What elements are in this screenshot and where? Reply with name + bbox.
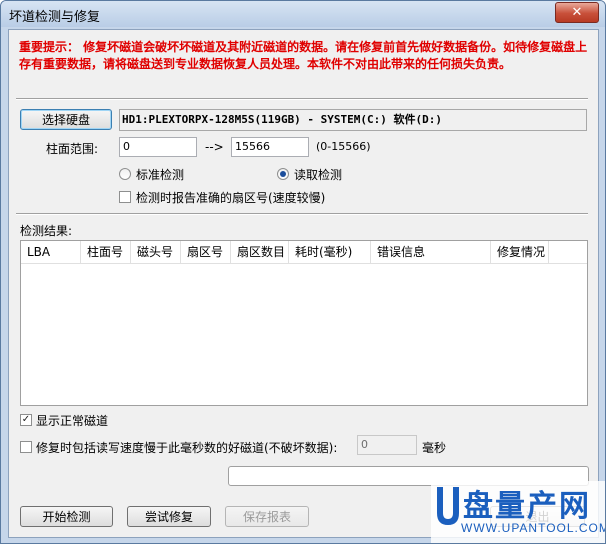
u-logo-icon <box>437 487 459 525</box>
read-check-radio[interactable] <box>277 168 289 180</box>
radio-selected-dot <box>280 171 286 177</box>
save-report-button[interactable]: 保存报表 <box>225 506 309 527</box>
standard-check-radio[interactable] <box>119 168 131 180</box>
close-button[interactable]: ✕ <box>555 2 599 23</box>
cylinder-range-hint: (0-15566) <box>316 140 371 153</box>
report-sector-checkbox[interactable] <box>119 191 131 203</box>
column-header-error[interactable]: 错误信息 <box>371 241 491 263</box>
warning-text: 重要提示： 修复坏磁道会破坏坏磁道及其附近磁道的数据。请在修复前首先做好数据备份… <box>19 40 588 71</box>
column-header-head[interactable]: 磁头号 <box>131 241 181 263</box>
cylinder-to-input[interactable]: 15566 <box>231 137 309 157</box>
cylinder-from-input[interactable]: 0 <box>119 137 197 157</box>
watermark: 盘量产网 WWW.UPANTOOL.COM <box>431 481 606 543</box>
standard-check-label: 标准检测 <box>136 168 185 182</box>
column-header-sector[interactable]: 扇区号 <box>181 241 231 263</box>
report-sector-label: 检测时报告准确的扇区号(速度较慢) <box>136 191 326 205</box>
column-header-sector-count[interactable]: 扇区数目 <box>231 241 289 263</box>
select-disk-button[interactable]: 选择硬盘 <box>20 109 112 130</box>
title-bar[interactable]: 坏道检测与修复 ✕ <box>1 1 605 27</box>
dialog-body: 重要提示： 修复坏磁道会破坏坏磁道及其附近磁道的数据。请在修复前首先做好数据备份… <box>8 29 599 538</box>
divider-top <box>16 98 588 100</box>
cylinder-range-label: 柱面范围: <box>46 142 99 156</box>
watermark-url: WWW.UPANTOOL.COM <box>461 521 606 535</box>
show-normal-checkbox[interactable]: ✓ <box>20 414 32 426</box>
dialog-window: 坏道检测与修复 ✕ 重要提示： 修复坏磁道会破坏坏磁道及其附近磁道的数据。请在修… <box>0 0 606 544</box>
checkmark-icon: ✓ <box>21 414 31 425</box>
column-header-repair-status[interactable]: 修复情况 <box>491 241 549 263</box>
window-title: 坏道检测与修复 <box>9 10 101 25</box>
slow-ms-input[interactable]: 0 <box>357 435 417 455</box>
repair-slow-checkbox[interactable] <box>20 441 32 453</box>
divider-middle <box>16 213 588 215</box>
column-header-time[interactable]: 耗时(毫秒) <box>289 241 371 263</box>
read-check-label: 读取检测 <box>294 168 343 182</box>
try-repair-button[interactable]: 尝试修复 <box>127 506 211 527</box>
disk-info-display: HD1:PLEXTORPX-128M5S(119GB) - SYSTEM(C:)… <box>119 109 587 131</box>
slow-ms-unit: 毫秒 <box>422 441 447 455</box>
results-table[interactable]: LBA 柱面号 磁头号 扇区号 扇区数目 耗时(毫秒) 错误信息 修复情况 <box>20 240 588 406</box>
repair-slow-label: 修复时包括读写速度慢于此毫秒数的好磁道(不破坏数据): <box>36 441 338 455</box>
start-check-button[interactable]: 开始检测 <box>20 506 113 527</box>
results-table-header: LBA 柱面号 磁头号 扇区号 扇区数目 耗时(毫秒) 错误信息 修复情况 <box>21 241 587 264</box>
column-header-cylinder[interactable]: 柱面号 <box>81 241 131 263</box>
watermark-text: 盘量产网 <box>463 489 591 524</box>
show-normal-label: 显示正常磁道 <box>36 414 109 428</box>
close-icon: ✕ <box>571 5 583 20</box>
results-label: 检测结果: <box>20 224 73 238</box>
range-arrow: --> <box>205 140 224 154</box>
column-header-lba[interactable]: LBA <box>21 241 81 263</box>
